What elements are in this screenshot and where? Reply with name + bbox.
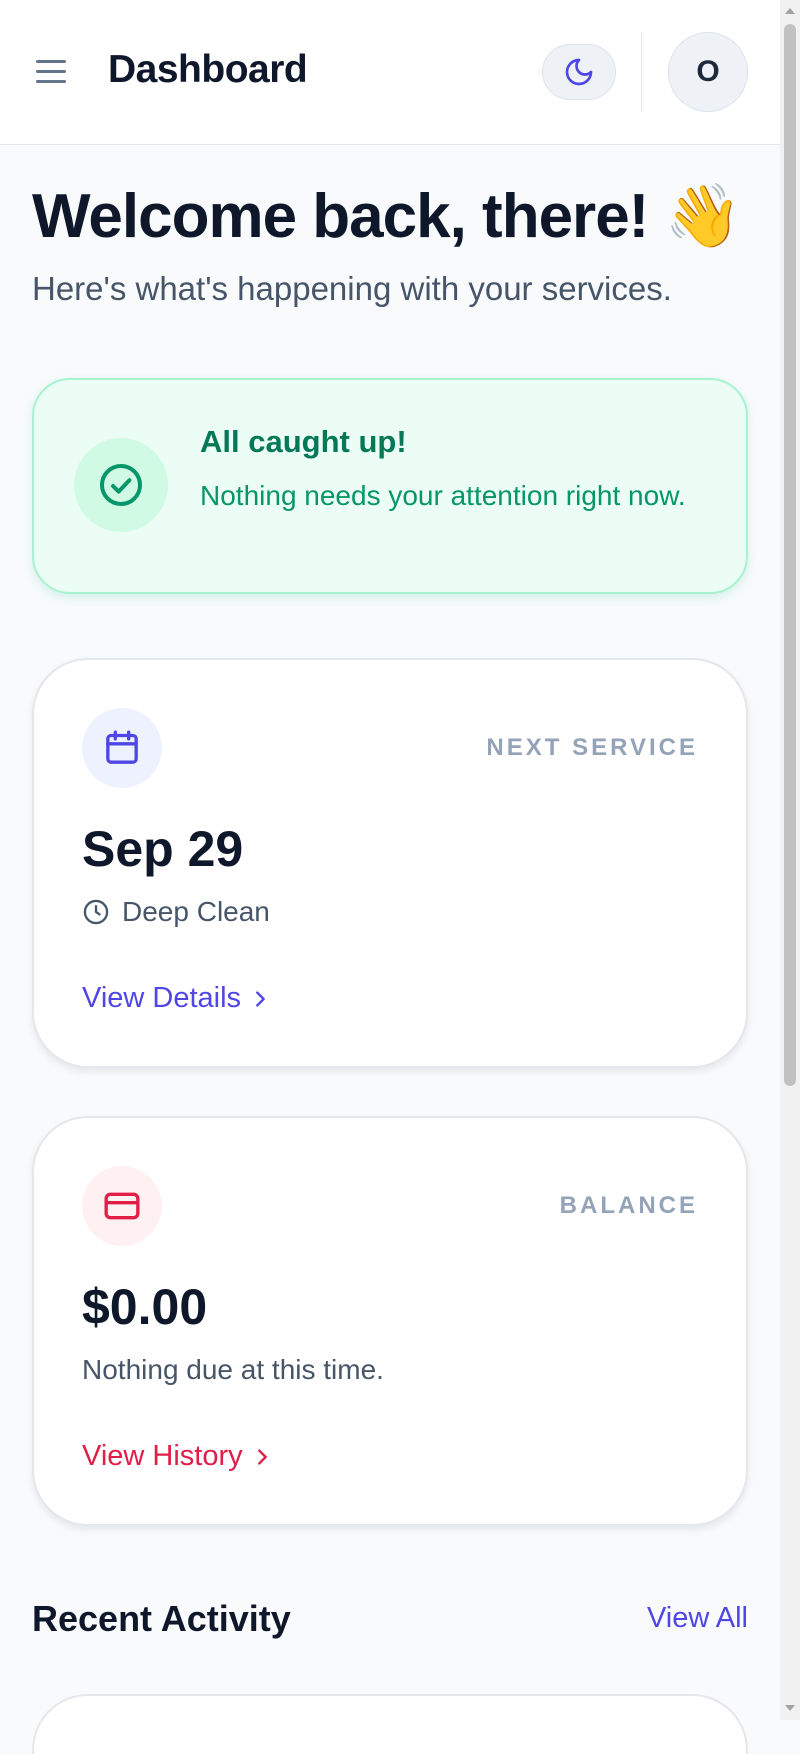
recent-activity-title: Recent Activity — [32, 1598, 291, 1639]
view-history-link[interactable]: View History — [82, 1440, 273, 1473]
hamburger-icon[interactable] — [30, 52, 74, 92]
chevron-right-icon — [257, 1448, 267, 1465]
welcome-subtitle: Here's what's happening with your servic… — [32, 270, 672, 307]
status-text: Nothing needs your attention right now. — [200, 480, 686, 511]
view-history-label: View History — [82, 1440, 243, 1472]
clock-icon — [83, 899, 109, 925]
welcome-heading: Welcome back, there! 👋 — [32, 182, 742, 251]
theme-toggle-button[interactable] — [542, 44, 616, 100]
credit-card-icon-wrap — [82, 1166, 162, 1246]
view-details-link[interactable]: View Details — [82, 982, 271, 1015]
balance-note: Nothing due at this time. — [82, 1354, 384, 1385]
next-service-label: NEXT SERVICE — [486, 734, 698, 761]
next-service-card: NEXT SERVICE Sep 29 Deep Clean View Deta… — [32, 658, 748, 1068]
page-title: Dashboard — [108, 48, 308, 91]
avatar[interactable]: O — [668, 32, 748, 112]
balance-amount: $0.00 — [82, 1279, 208, 1335]
credit-card-icon — [104, 1192, 140, 1220]
view-all-link[interactable]: View All — [647, 1602, 748, 1635]
balance-card: BALANCE $0.00 Nothing due at this time. … — [32, 1116, 748, 1526]
activity-card — [32, 1694, 748, 1754]
scroll-up-icon[interactable] — [785, 8, 795, 14]
header-divider — [641, 32, 642, 112]
check-circle-icon — [100, 464, 142, 506]
calendar-icon-wrap — [82, 708, 162, 788]
scroll-down-icon[interactable] — [785, 1705, 795, 1711]
status-icon-wrap — [74, 438, 168, 532]
scrollbar-thumb[interactable] — [784, 24, 796, 1086]
calendar-icon — [106, 730, 138, 764]
top-header: Dashboard O — [0, 0, 780, 145]
view-details-label: View Details — [82, 982, 242, 1014]
service-type: Deep Clean — [82, 896, 270, 928]
chevron-right-icon — [256, 990, 265, 1007]
moon-icon — [565, 58, 593, 86]
status-title: All caught up! — [200, 424, 407, 459]
status-card: All caught up! Nothing needs your attent… — [32, 378, 748, 594]
next-service-date: Sep 29 — [82, 821, 244, 877]
service-type-label: Deep Clean — [122, 896, 270, 927]
balance-label: BALANCE — [559, 1192, 698, 1219]
